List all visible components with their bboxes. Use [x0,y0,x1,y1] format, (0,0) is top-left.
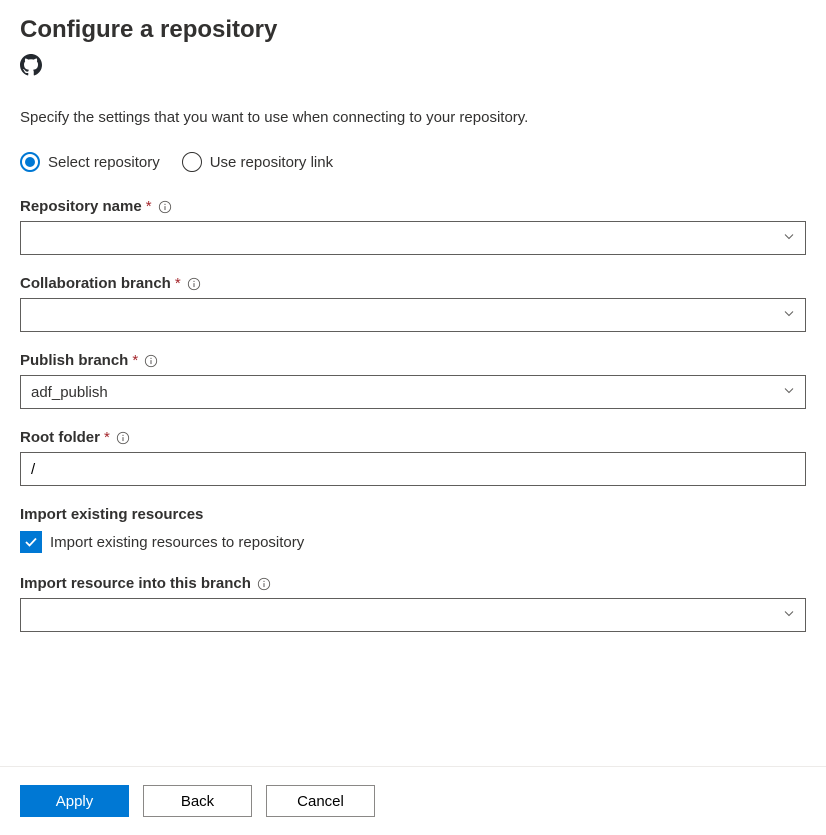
collaboration-branch-label: Collaboration branch * [20,275,806,292]
cancel-button[interactable]: Cancel [266,785,375,817]
chevron-down-icon [783,384,795,401]
import-existing-checkbox[interactable] [20,531,42,553]
info-icon[interactable] [116,431,130,445]
chevron-down-icon [783,307,795,324]
repository-name-dropdown[interactable] [20,221,806,255]
check-icon [23,534,39,550]
description-text: Specify the settings that you want to us… [20,109,806,126]
import-branch-dropdown[interactable] [20,598,806,632]
radio-label: Use repository link [210,154,333,171]
required-marker: * [132,352,138,369]
use-repository-link-radio[interactable]: Use repository link [182,152,333,172]
chevron-down-icon [783,607,795,624]
repository-name-label: Repository name * [20,198,806,215]
select-repository-radio[interactable]: Select repository [20,152,160,172]
collaboration-branch-dropdown[interactable] [20,298,806,332]
root-folder-label: Root folder * [20,429,806,446]
apply-button[interactable]: Apply [20,785,129,817]
required-marker: * [175,275,181,292]
required-marker: * [146,198,152,215]
radio-icon [20,152,40,172]
radio-label: Select repository [48,154,160,171]
info-icon[interactable] [257,577,271,591]
footer-bar: Apply Back Cancel [0,766,826,817]
info-icon[interactable] [158,200,172,214]
info-icon[interactable] [144,354,158,368]
root-folder-field[interactable] [31,453,795,485]
github-icon [20,54,806,81]
chevron-down-icon [783,230,795,247]
import-existing-label: Import existing resources [20,506,806,523]
info-icon[interactable] [187,277,201,291]
back-button[interactable]: Back [143,785,252,817]
publish-branch-dropdown[interactable]: adf_publish [20,375,806,409]
page-title: Configure a repository [20,16,806,44]
repository-mode-radio-group: Select repository Use repository link [20,152,806,172]
radio-icon [182,152,202,172]
required-marker: * [104,429,110,446]
root-folder-input[interactable] [20,452,806,486]
publish-branch-label: Publish branch * [20,352,806,369]
dropdown-value: adf_publish [31,384,108,401]
import-existing-checkbox-label: Import existing resources to repository [50,534,304,551]
import-branch-label: Import resource into this branch [20,575,806,592]
